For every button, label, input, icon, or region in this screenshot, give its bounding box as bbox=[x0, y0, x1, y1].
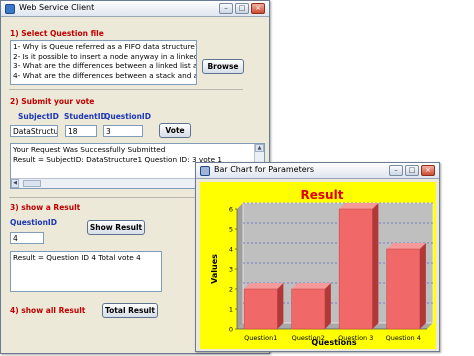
chart-window-title: Bar Chart for Parameters bbox=[214, 165, 315, 174]
chart-window: Bar Chart for Parameters – □ × Result Va… bbox=[195, 162, 440, 352]
bar-side bbox=[277, 283, 284, 329]
question-id-label: QuestionID bbox=[104, 112, 151, 121]
chart-minimize-button[interactable]: – bbox=[389, 165, 403, 176]
subject-id-field[interactable]: DataStructure1 bbox=[10, 125, 58, 137]
chart-maximize-button[interactable]: □ bbox=[405, 165, 419, 176]
chart-app-icon bbox=[200, 166, 210, 176]
minimize-button[interactable]: – bbox=[219, 3, 233, 14]
bar-side bbox=[372, 203, 379, 329]
question-line: 3- What are the differences between a li… bbox=[13, 61, 196, 70]
y-tick-label: 6 bbox=[229, 206, 233, 214]
total-result-button[interactable]: Total Result bbox=[102, 303, 158, 318]
x-tick-label: Question2 bbox=[292, 334, 325, 342]
scroll-thumb[interactable] bbox=[23, 180, 41, 187]
bar-side bbox=[324, 283, 331, 329]
bar bbox=[243, 288, 278, 330]
student-id-field[interactable]: 18 bbox=[65, 125, 97, 137]
chart-title-bar[interactable]: Bar Chart for Parameters – □ × bbox=[196, 163, 439, 179]
bar bbox=[386, 248, 421, 330]
y-tick-label: 3 bbox=[229, 266, 233, 274]
bar-top bbox=[291, 283, 331, 289]
chart-close-button[interactable]: × bbox=[421, 165, 435, 176]
student-id-label: StudentID bbox=[64, 112, 107, 121]
bar-top bbox=[386, 243, 426, 249]
bar-side bbox=[419, 243, 426, 329]
browse-button[interactable]: Browse bbox=[202, 59, 244, 74]
result-output-area[interactable]: Result = Question ID 4 Total vote 4 bbox=[10, 251, 162, 292]
bar bbox=[291, 288, 326, 330]
result-question-id-label: QuestionID bbox=[10, 218, 57, 227]
maximize-button[interactable]: □ bbox=[235, 3, 249, 14]
bar-top bbox=[244, 283, 284, 289]
main-window-title: Web Service Client bbox=[19, 3, 95, 12]
question-line: 1- Why is Queue referred as a FIFO data … bbox=[13, 42, 197, 51]
question-line: 4- What are the differences between a st… bbox=[13, 70, 196, 80]
chart-y-axis-label: Values bbox=[210, 254, 219, 284]
y-tick-label: 5 bbox=[229, 226, 233, 234]
section-divider bbox=[9, 89, 243, 90]
scroll-left-icon[interactable]: ◀ bbox=[11, 179, 19, 188]
x-tick-label: Question 4 bbox=[386, 334, 421, 342]
section-select-question-file: 1) Select Question file bbox=[10, 29, 104, 38]
x-tick-label: Question1 bbox=[244, 334, 277, 342]
section-show-result: 3) show a Result bbox=[10, 203, 81, 212]
y-tick-label: 4 bbox=[229, 246, 233, 254]
app-icon bbox=[5, 4, 15, 14]
bar bbox=[338, 208, 373, 330]
chart-title: Result bbox=[301, 188, 344, 202]
y-tick-label: 1 bbox=[229, 306, 233, 314]
show-result-button[interactable]: Show Result bbox=[87, 220, 145, 235]
y-tick-label: 0 bbox=[229, 326, 233, 334]
section-show-all-result: 4) show all Result bbox=[10, 306, 86, 315]
y-tick-label: 2 bbox=[229, 286, 233, 294]
bar-top bbox=[339, 203, 379, 209]
x-tick-label: Question 3 bbox=[338, 334, 373, 342]
section-submit-vote: 2) Submit your vote bbox=[10, 97, 95, 106]
plot-side-wall bbox=[237, 203, 243, 329]
question-id-field[interactable]: 3 bbox=[103, 125, 143, 137]
vote-button[interactable]: Vote bbox=[159, 123, 191, 138]
output-line: Result = Question ID 4 Total vote 4 bbox=[13, 253, 141, 262]
output-line: Your Request Was Successfully Submitted bbox=[13, 145, 166, 154]
bar-chart: Result Values Questions 0 1 2 3 4 5 6 Question1… bbox=[200, 182, 436, 349]
main-title-bar[interactable]: Web Service Client – □ × bbox=[1, 1, 269, 17]
question-line: 2- Is it possible to insert a node anywa… bbox=[13, 51, 197, 61]
subject-id-label: SubjectID bbox=[18, 112, 59, 121]
question-file-list[interactable]: 1- Why is Queue referred as a FIFO data … bbox=[10, 40, 197, 85]
close-button[interactable]: × bbox=[251, 3, 265, 14]
bar-chart-svg: Result Values Questions 0123456Question1… bbox=[210, 188, 434, 347]
scroll-up-icon[interactable]: ▲ bbox=[255, 144, 264, 152]
result-question-id-field[interactable]: 4 bbox=[10, 232, 44, 244]
